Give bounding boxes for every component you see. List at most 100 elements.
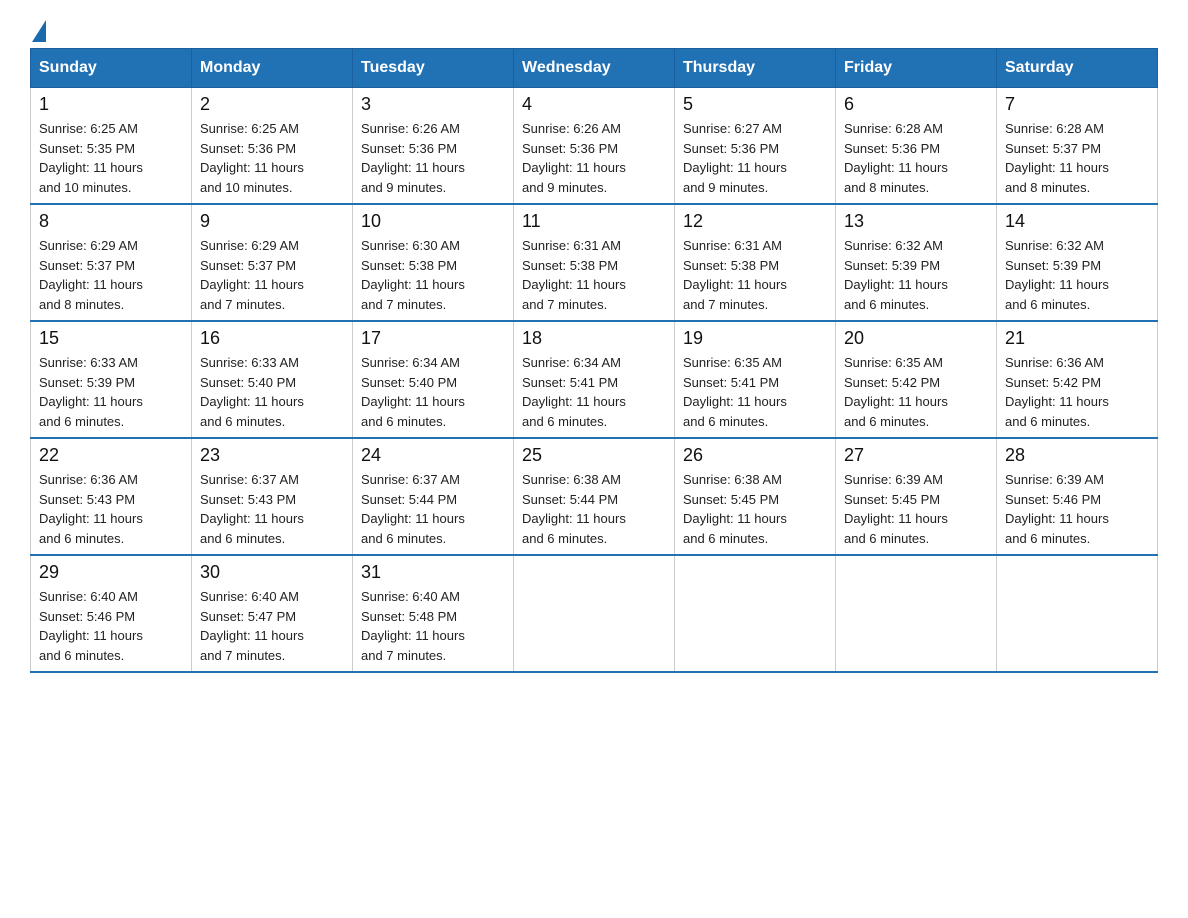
day-info: Sunrise: 6:32 AMSunset: 5:39 PMDaylight:… [1005, 236, 1149, 314]
day-cell-8: 8 Sunrise: 6:29 AMSunset: 5:37 PMDayligh… [31, 204, 192, 321]
logo-wordmark [30, 20, 48, 42]
header-saturday: Saturday [997, 49, 1158, 88]
day-cell-20: 20 Sunrise: 6:35 AMSunset: 5:42 PMDaylig… [836, 321, 997, 438]
day-info: Sunrise: 6:26 AMSunset: 5:36 PMDaylight:… [522, 119, 666, 197]
page-header [30, 20, 1158, 38]
day-number: 23 [200, 445, 344, 466]
day-info: Sunrise: 6:40 AMSunset: 5:47 PMDaylight:… [200, 587, 344, 665]
day-number: 5 [683, 94, 827, 115]
week-row-2: 8 Sunrise: 6:29 AMSunset: 5:37 PMDayligh… [31, 204, 1158, 321]
day-number: 1 [39, 94, 183, 115]
day-info: Sunrise: 6:31 AMSunset: 5:38 PMDaylight:… [683, 236, 827, 314]
day-info: Sunrise: 6:38 AMSunset: 5:44 PMDaylight:… [522, 470, 666, 548]
day-info: Sunrise: 6:35 AMSunset: 5:42 PMDaylight:… [844, 353, 988, 431]
day-info: Sunrise: 6:40 AMSunset: 5:46 PMDaylight:… [39, 587, 183, 665]
day-number: 4 [522, 94, 666, 115]
day-number: 3 [361, 94, 505, 115]
day-number: 11 [522, 211, 666, 232]
week-row-4: 22 Sunrise: 6:36 AMSunset: 5:43 PMDaylig… [31, 438, 1158, 555]
empty-cell [836, 555, 997, 672]
day-info: Sunrise: 6:34 AMSunset: 5:41 PMDaylight:… [522, 353, 666, 431]
day-cell-7: 7 Sunrise: 6:28 AMSunset: 5:37 PMDayligh… [997, 88, 1158, 205]
day-number: 20 [844, 328, 988, 349]
day-number: 12 [683, 211, 827, 232]
day-number: 26 [683, 445, 827, 466]
empty-cell [675, 555, 836, 672]
week-row-5: 29 Sunrise: 6:40 AMSunset: 5:46 PMDaylig… [31, 555, 1158, 672]
day-number: 9 [200, 211, 344, 232]
day-cell-6: 6 Sunrise: 6:28 AMSunset: 5:36 PMDayligh… [836, 88, 997, 205]
calendar-body: 1 Sunrise: 6:25 AMSunset: 5:35 PMDayligh… [31, 88, 1158, 673]
day-info: Sunrise: 6:34 AMSunset: 5:40 PMDaylight:… [361, 353, 505, 431]
day-info: Sunrise: 6:39 AMSunset: 5:46 PMDaylight:… [1005, 470, 1149, 548]
day-number: 18 [522, 328, 666, 349]
day-cell-28: 28 Sunrise: 6:39 AMSunset: 5:46 PMDaylig… [997, 438, 1158, 555]
day-cell-29: 29 Sunrise: 6:40 AMSunset: 5:46 PMDaylig… [31, 555, 192, 672]
calendar-header: SundayMondayTuesdayWednesdayThursdayFrid… [31, 49, 1158, 88]
day-cell-31: 31 Sunrise: 6:40 AMSunset: 5:48 PMDaylig… [353, 555, 514, 672]
empty-cell [997, 555, 1158, 672]
empty-cell [514, 555, 675, 672]
header-wednesday: Wednesday [514, 49, 675, 88]
week-row-3: 15 Sunrise: 6:33 AMSunset: 5:39 PMDaylig… [31, 321, 1158, 438]
day-cell-14: 14 Sunrise: 6:32 AMSunset: 5:39 PMDaylig… [997, 204, 1158, 321]
day-info: Sunrise: 6:37 AMSunset: 5:43 PMDaylight:… [200, 470, 344, 548]
day-number: 8 [39, 211, 183, 232]
day-cell-30: 30 Sunrise: 6:40 AMSunset: 5:47 PMDaylig… [192, 555, 353, 672]
day-info: Sunrise: 6:35 AMSunset: 5:41 PMDaylight:… [683, 353, 827, 431]
day-number: 24 [361, 445, 505, 466]
day-info: Sunrise: 6:29 AMSunset: 5:37 PMDaylight:… [200, 236, 344, 314]
day-cell-9: 9 Sunrise: 6:29 AMSunset: 5:37 PMDayligh… [192, 204, 353, 321]
day-cell-22: 22 Sunrise: 6:36 AMSunset: 5:43 PMDaylig… [31, 438, 192, 555]
day-info: Sunrise: 6:39 AMSunset: 5:45 PMDaylight:… [844, 470, 988, 548]
day-cell-21: 21 Sunrise: 6:36 AMSunset: 5:42 PMDaylig… [997, 321, 1158, 438]
day-cell-10: 10 Sunrise: 6:30 AMSunset: 5:38 PMDaylig… [353, 204, 514, 321]
day-cell-24: 24 Sunrise: 6:37 AMSunset: 5:44 PMDaylig… [353, 438, 514, 555]
day-cell-13: 13 Sunrise: 6:32 AMSunset: 5:39 PMDaylig… [836, 204, 997, 321]
day-cell-4: 4 Sunrise: 6:26 AMSunset: 5:36 PMDayligh… [514, 88, 675, 205]
day-number: 21 [1005, 328, 1149, 349]
day-number: 13 [844, 211, 988, 232]
day-cell-1: 1 Sunrise: 6:25 AMSunset: 5:35 PMDayligh… [31, 88, 192, 205]
day-number: 15 [39, 328, 183, 349]
day-cell-16: 16 Sunrise: 6:33 AMSunset: 5:40 PMDaylig… [192, 321, 353, 438]
day-cell-27: 27 Sunrise: 6:39 AMSunset: 5:45 PMDaylig… [836, 438, 997, 555]
day-cell-25: 25 Sunrise: 6:38 AMSunset: 5:44 PMDaylig… [514, 438, 675, 555]
header-sunday: Sunday [31, 49, 192, 88]
day-cell-23: 23 Sunrise: 6:37 AMSunset: 5:43 PMDaylig… [192, 438, 353, 555]
day-cell-19: 19 Sunrise: 6:35 AMSunset: 5:41 PMDaylig… [675, 321, 836, 438]
day-info: Sunrise: 6:36 AMSunset: 5:42 PMDaylight:… [1005, 353, 1149, 431]
week-row-1: 1 Sunrise: 6:25 AMSunset: 5:35 PMDayligh… [31, 88, 1158, 205]
day-cell-2: 2 Sunrise: 6:25 AMSunset: 5:36 PMDayligh… [192, 88, 353, 205]
day-info: Sunrise: 6:38 AMSunset: 5:45 PMDaylight:… [683, 470, 827, 548]
day-cell-26: 26 Sunrise: 6:38 AMSunset: 5:45 PMDaylig… [675, 438, 836, 555]
day-number: 30 [200, 562, 344, 583]
day-number: 17 [361, 328, 505, 349]
day-cell-15: 15 Sunrise: 6:33 AMSunset: 5:39 PMDaylig… [31, 321, 192, 438]
day-number: 6 [844, 94, 988, 115]
day-number: 10 [361, 211, 505, 232]
day-cell-11: 11 Sunrise: 6:31 AMSunset: 5:38 PMDaylig… [514, 204, 675, 321]
day-info: Sunrise: 6:40 AMSunset: 5:48 PMDaylight:… [361, 587, 505, 665]
header-row: SundayMondayTuesdayWednesdayThursdayFrid… [31, 49, 1158, 88]
day-info: Sunrise: 6:36 AMSunset: 5:43 PMDaylight:… [39, 470, 183, 548]
day-info: Sunrise: 6:27 AMSunset: 5:36 PMDaylight:… [683, 119, 827, 197]
day-info: Sunrise: 6:26 AMSunset: 5:36 PMDaylight:… [361, 119, 505, 197]
day-info: Sunrise: 6:28 AMSunset: 5:36 PMDaylight:… [844, 119, 988, 197]
day-number: 7 [1005, 94, 1149, 115]
header-thursday: Thursday [675, 49, 836, 88]
day-number: 27 [844, 445, 988, 466]
day-number: 31 [361, 562, 505, 583]
day-number: 28 [1005, 445, 1149, 466]
day-info: Sunrise: 6:33 AMSunset: 5:39 PMDaylight:… [39, 353, 183, 431]
day-info: Sunrise: 6:29 AMSunset: 5:37 PMDaylight:… [39, 236, 183, 314]
day-info: Sunrise: 6:33 AMSunset: 5:40 PMDaylight:… [200, 353, 344, 431]
logo [30, 20, 48, 38]
header-friday: Friday [836, 49, 997, 88]
day-info: Sunrise: 6:32 AMSunset: 5:39 PMDaylight:… [844, 236, 988, 314]
day-info: Sunrise: 6:25 AMSunset: 5:36 PMDaylight:… [200, 119, 344, 197]
day-number: 22 [39, 445, 183, 466]
day-cell-18: 18 Sunrise: 6:34 AMSunset: 5:41 PMDaylig… [514, 321, 675, 438]
day-info: Sunrise: 6:31 AMSunset: 5:38 PMDaylight:… [522, 236, 666, 314]
day-cell-12: 12 Sunrise: 6:31 AMSunset: 5:38 PMDaylig… [675, 204, 836, 321]
